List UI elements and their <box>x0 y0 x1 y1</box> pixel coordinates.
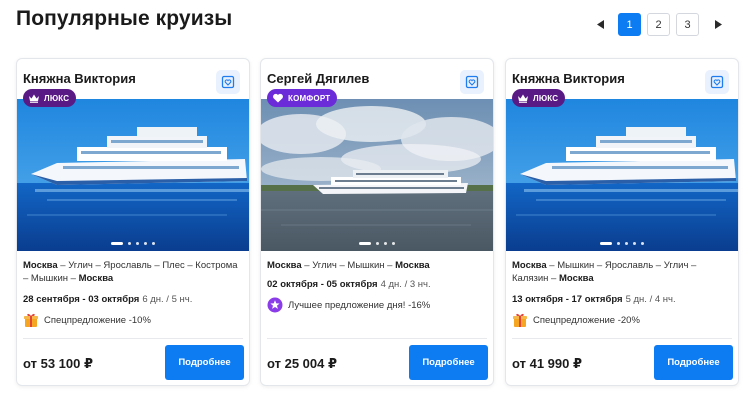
favorite-button[interactable] <box>705 70 729 94</box>
duration: 6 дн. / 5 нч. <box>142 294 193 305</box>
details-button[interactable]: Подробнее <box>409 345 488 380</box>
heart-icon <box>273 93 283 103</box>
price: от 41 990 ₽ <box>512 356 583 371</box>
divider <box>23 338 243 339</box>
gallery-dots <box>261 242 493 245</box>
route: Москва – Углич – Мышкин – Москва <box>267 259 489 272</box>
gallery-dot[interactable] <box>633 242 636 245</box>
gallery-dot[interactable] <box>392 242 395 245</box>
gallery-dot[interactable] <box>600 242 612 245</box>
gallery-dots <box>17 242 249 245</box>
route-start: Москва <box>512 260 547 271</box>
route-end: Москва <box>78 273 114 284</box>
page-button-1[interactable]: 1 <box>618 13 641 36</box>
river-ship-image <box>506 99 738 251</box>
ship-photo[interactable] <box>17 99 249 251</box>
gallery-dot[interactable] <box>128 242 131 245</box>
route-end: Москва <box>395 260 430 271</box>
gift-icon <box>24 313 38 327</box>
gallery-dot[interactable] <box>625 242 628 245</box>
gallery-dot[interactable] <box>152 242 155 245</box>
date-to: 05 октября <box>326 279 378 290</box>
class-badge: ЛЮКС <box>23 89 77 107</box>
ship-name: Княжна Виктория <box>512 71 625 86</box>
gallery-dot[interactable] <box>111 242 123 245</box>
duration: 4 дн. / 3 нч. <box>380 279 431 290</box>
promo-text: Спецпредложение -10% <box>44 314 151 326</box>
promo-text: Спецпредложение -20% <box>533 314 640 326</box>
gallery-dot[interactable] <box>384 242 387 245</box>
gallery-dots <box>506 242 738 245</box>
cruise-card[interactable]: Княжна Виктория ЛЮКС <box>505 58 739 386</box>
date-separator: - <box>79 294 89 305</box>
price: от 25 004 ₽ <box>267 356 338 371</box>
gallery-dot[interactable] <box>144 242 147 245</box>
promo: Спецпредложение -10% <box>23 312 151 328</box>
route-middle: – Углич – Мышкин – <box>301 260 396 271</box>
cruise-dates: 13 октября - 17 октября 5 дн. / 4 нч. <box>512 294 676 305</box>
divider <box>512 338 732 339</box>
bookmark-heart-icon <box>465 75 479 89</box>
route: Москва – Мышкин – Ярославль – Углич – Ка… <box>512 259 734 285</box>
cruise-card[interactable]: Княжна Виктория ЛЮКС <box>16 58 250 386</box>
details-button[interactable]: Подробнее <box>165 345 244 380</box>
river-ship-image <box>261 99 493 251</box>
promo-text: Лучшее предложение дня! -16% <box>288 299 431 311</box>
pagination: 1 2 3 <box>590 13 729 36</box>
class-badge: ЛЮКС <box>512 89 566 107</box>
class-badge: КОМФОРТ <box>267 89 338 107</box>
date-to: 17 октября <box>571 294 623 305</box>
gallery-dot[interactable] <box>617 242 620 245</box>
date-separator: - <box>563 294 572 305</box>
date-to: 03 октября <box>88 294 140 305</box>
badge-label: ЛЮКС <box>533 93 559 103</box>
badge-label: ЛЮКС <box>44 93 70 103</box>
badge-label: КОМФОРТ <box>288 93 331 103</box>
date-from: 13 октября <box>512 294 564 305</box>
date-from: 02 октября <box>267 279 319 290</box>
promo: Спецпредложение -20% <box>512 312 640 328</box>
date-from: 28 сентября <box>23 294 80 305</box>
gift-icon <box>513 313 527 327</box>
details-button[interactable]: Подробнее <box>654 345 733 380</box>
gallery-dot[interactable] <box>376 242 379 245</box>
next-page-button[interactable] <box>707 14 729 36</box>
bookmark-heart-icon <box>221 75 235 89</box>
price: от 53 100 ₽ <box>23 356 94 371</box>
chevron-right-icon <box>715 20 722 29</box>
route-start: Москва <box>267 260 302 271</box>
divider <box>267 338 487 339</box>
chevron-left-icon <box>597 20 604 29</box>
page-button-3[interactable]: 3 <box>676 13 699 36</box>
river-ship-image <box>17 99 249 251</box>
favorite-button[interactable] <box>216 70 240 94</box>
bookmark-heart-icon <box>710 75 724 89</box>
cruise-card[interactable]: Сергей Дягилев КОМФОРТ Москва – Углич – … <box>260 58 494 386</box>
ship-photo[interactable] <box>506 99 738 251</box>
ship-name: Сергей Дягилев <box>267 71 370 86</box>
gallery-dot[interactable] <box>641 242 644 245</box>
ship-name: Княжна Виктория <box>23 71 136 86</box>
cruise-dates: 02 октября - 05 октября 4 дн. / 3 нч. <box>267 279 431 290</box>
route: Москва – Углич – Ярославль – Плес – Кост… <box>23 259 245 285</box>
duration: 5 дн. / 4 нч. <box>625 294 676 305</box>
page-button-2[interactable]: 2 <box>647 13 670 36</box>
route-start: Москва <box>23 260 58 271</box>
gallery-dot[interactable] <box>136 242 139 245</box>
page-title: Популярные круизы <box>16 7 233 30</box>
promo: Лучшее предложение дня! -16% <box>267 297 430 313</box>
favorite-button[interactable] <box>460 70 484 94</box>
crown-icon <box>29 94 39 103</box>
cruise-dates: 28 сентября - 03 октября 6 дн. / 5 нч. <box>23 294 192 305</box>
date-separator: - <box>318 279 327 290</box>
route-end: Москва <box>558 273 594 284</box>
prev-page-button[interactable] <box>590 14 612 36</box>
star-icon <box>267 297 283 313</box>
gallery-dot[interactable] <box>359 242 371 245</box>
ship-photo[interactable] <box>261 99 493 251</box>
crown-icon <box>518 94 528 103</box>
